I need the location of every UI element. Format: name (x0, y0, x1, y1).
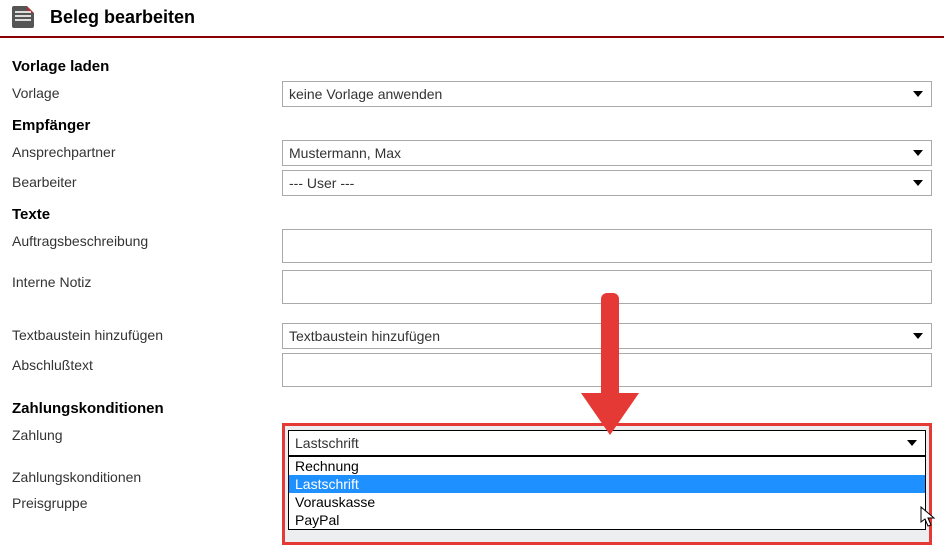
select-ansprechpartner[interactable]: Mustermann, Max (282, 140, 932, 166)
section-empfaenger: Empfänger (12, 117, 932, 134)
textarea-auftragsbeschreibung[interactable] (282, 229, 932, 263)
row-textbaustein: Textbaustein hinzufügen Textbaustein hin… (12, 323, 932, 349)
label-preisgruppe: Preisgruppe (12, 491, 282, 511)
section-vorlage-laden: Vorlage laden (12, 58, 932, 75)
select-bearbeiter[interactable]: --- User --- (282, 170, 932, 196)
label-zahlung: Zahlung (12, 423, 282, 443)
label-vorlage: Vorlage (12, 81, 282, 101)
textarea-abschlusstext[interactable] (282, 353, 932, 387)
page-header: Beleg bearbeiten (0, 0, 944, 38)
select-vorlage[interactable]: keine Vorlage anwenden (282, 81, 932, 107)
row-bearbeiter: Bearbeiter --- User --- (12, 170, 932, 196)
row-abschlusstext: Abschlußtext (12, 353, 932, 390)
label-interne-notiz: Interne Notiz (12, 270, 282, 290)
label-textbaustein: Textbaustein hinzufügen (12, 323, 282, 343)
row-vorlage: Vorlage keine Vorlage anwenden (12, 81, 932, 107)
option-rechnung[interactable]: Rechnung (289, 457, 925, 475)
label-zahlungskonditionen: Zahlungskonditionen (12, 465, 282, 485)
label-ansprechpartner: Ansprechpartner (12, 140, 282, 160)
option-paypal[interactable]: PayPal (289, 511, 925, 529)
highlight-zahlung-box: Lastschrift Rechnung Lastschrift Vorausk… (282, 423, 932, 545)
page-title: Beleg bearbeiten (50, 7, 195, 28)
label-abschlusstext: Abschlußtext (12, 353, 282, 373)
select-zahlung[interactable]: Lastschrift (288, 430, 926, 456)
section-texte: Texte (12, 206, 932, 223)
textarea-interne-notiz[interactable] (282, 270, 932, 304)
option-lastschrift[interactable]: Lastschrift (289, 475, 925, 493)
document-icon (12, 6, 34, 28)
row-interne-notiz: Interne Notiz (12, 270, 932, 307)
label-auftragsbeschreibung: Auftragsbeschreibung (12, 229, 282, 249)
select-zahlung-wrapper: Lastschrift Rechnung Lastschrift Vorausk… (288, 430, 926, 456)
select-textbaustein[interactable]: Textbaustein hinzufügen (282, 323, 932, 349)
select-zahlung-dropdown: Rechnung Lastschrift Vorauskasse PayPal (288, 456, 926, 530)
row-ansprechpartner: Ansprechpartner Mustermann, Max (12, 140, 932, 166)
form-content: Vorlage laden Vorlage keine Vorlage anwe… (0, 38, 944, 525)
label-bearbeiter: Bearbeiter (12, 170, 282, 190)
row-auftragsbeschreibung: Auftragsbeschreibung (12, 229, 932, 266)
section-zahlungskonditionen: Zahlungskonditionen (12, 400, 932, 417)
option-vorauskasse[interactable]: Vorauskasse (289, 493, 925, 511)
